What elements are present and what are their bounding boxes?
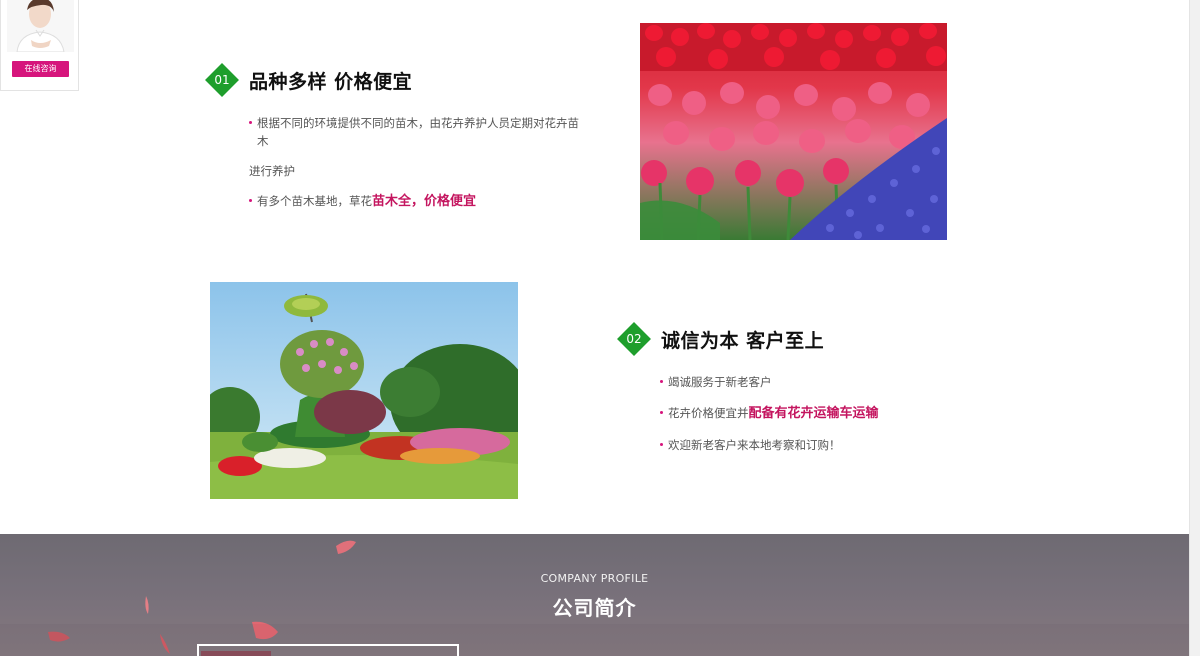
feature-2-bullets: 竭诚服务于新老客户 花卉价格便宜并配备有花卉运输车运输 欢迎新老客户来本地考察和… [660, 373, 960, 467]
feature-1-bullet-1-continuation: 进行养护 [249, 164, 295, 178]
feature-2-number: 02 [626, 332, 642, 346]
company-profile-section: COMPANY PROFILE 公司简介 [0, 534, 1189, 656]
tulip-field-photo [640, 23, 947, 240]
company-profile-title: 公司简介 [552, 596, 637, 620]
feature-1-title: 品种多样 价格便宜 [249, 70, 413, 93]
number-badge-02: 02 [617, 322, 651, 356]
feature-2-heading: 02 诚信为本 客户至上 [617, 322, 824, 356]
feature-1-bullets: 根据不同的环境提供不同的苗木，由花卉养护人员定期对花卉苗木 进行养护 有多个苗木… [249, 114, 579, 211]
online-consult-button[interactable]: 在线咨询 [12, 61, 69, 77]
feature-2-bullet-1: 竭诚服务于新老客户 [660, 373, 960, 391]
company-profile-frame [197, 644, 459, 656]
feature-2-bullet-3: 欢迎新老客户来本地考察和订购！ [660, 436, 960, 454]
company-profile-label-en: COMPANY PROFILE [540, 572, 649, 585]
feature-1-bullet-1: 根据不同的环境提供不同的苗木，由花卉养护人员定期对花卉苗木 [249, 114, 579, 150]
feature-1-highlight: 苗木全，价格便宜 [372, 194, 477, 209]
feature-1-heading: 01 品种多样 价格便宜 [205, 63, 412, 97]
topiary-garden-photo [210, 282, 518, 499]
feature-1-number: 01 [214, 73, 230, 87]
feature-2-highlight: 配备有花卉运输车运输 [748, 406, 879, 421]
feature-1-bullet-2: 有多个苗木基地，草花苗木全，价格便宜 [249, 192, 579, 211]
feature-2-title: 诚信为本 客户至上 [661, 329, 825, 352]
online-consult-widget: 在线咨询 [0, 0, 79, 91]
feature-2-bullet-2: 花卉价格便宜并配备有花卉运输车运输 [660, 404, 960, 423]
number-badge-01: 01 [205, 63, 239, 97]
scrollbar[interactable] [1189, 0, 1200, 656]
consultant-avatar [7, 0, 74, 52]
